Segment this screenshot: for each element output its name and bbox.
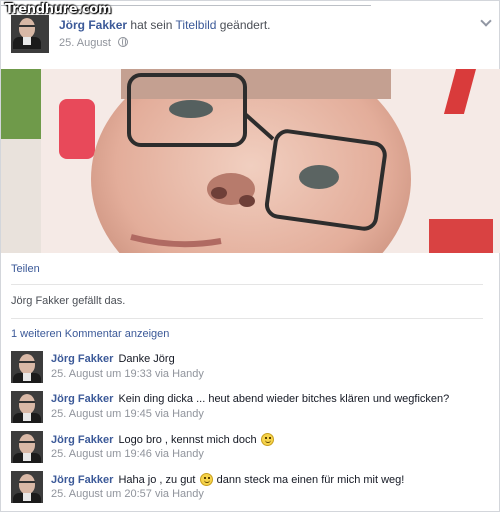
cover-photo-link[interactable]: Titelbild [176, 18, 217, 32]
share-link[interactable]: Teilen [11, 263, 40, 275]
globe-icon[interactable] [118, 37, 129, 47]
divider [11, 284, 483, 285]
comment-item: Jörg Fakker Kein ding dicka ... heut abe… [11, 391, 491, 427]
comment-text: Kein ding dicka ... heut abend wieder bi… [118, 393, 450, 405]
commenter-avatar[interactable] [11, 391, 43, 423]
commenter-name[interactable]: Jörg Fakker [51, 393, 113, 405]
comment-meta[interactable]: 25. August um 19:45 via Handy [51, 408, 204, 420]
smiley-icon [260, 433, 274, 446]
post-header: Jörg Fakker hat sein Titelbild geändert.… [11, 15, 481, 57]
comment-item: Jörg Fakker Haha jo , zu gut dann steck … [11, 471, 491, 507]
comment-item: Jörg Fakker Logo bro , kennst mich doch … [11, 431, 491, 467]
liker-name[interactable]: Jörg Fakker [11, 295, 69, 307]
comment-text-part-1: Haha jo , zu gut [118, 474, 196, 486]
watermark: Trendhure.com [5, 2, 112, 17]
commenter-name[interactable]: Jörg Fakker [51, 474, 113, 486]
comment-item: Jörg Fakker Danke Jörg 25. August um 19:… [11, 351, 491, 387]
likes-text: gefällt das. [72, 295, 126, 307]
action-suffix: geändert. [219, 18, 271, 32]
author-name-link[interactable]: Jörg Fakker [59, 18, 127, 32]
post-title: Jörg Fakker hat sein Titelbild geändert. [59, 18, 271, 32]
commenter-name[interactable]: Jörg Fakker [51, 434, 113, 446]
cover-photo[interactable] [1, 69, 500, 253]
commenter-avatar[interactable] [11, 431, 43, 463]
show-more-comments-link[interactable]: 1 weiteren Kommentar anzeigen [11, 328, 169, 340]
author-avatar[interactable] [11, 15, 49, 53]
post-card: Trendhure.com Jörg Fakker hat sein Titel… [0, 0, 500, 512]
commenter-name[interactable]: Jörg Fakker [51, 353, 113, 365]
post-date[interactable]: 25. August [59, 37, 111, 49]
commenter-avatar[interactable] [11, 471, 43, 503]
smiley-icon [199, 473, 213, 486]
post-meta: 25. August [59, 37, 129, 49]
comment-meta[interactable]: 25. August um 20:57 via Handy [51, 488, 204, 500]
comment-text-part-2: dann steck ma einen für mich mit weg! [216, 474, 405, 486]
chevron-down-icon[interactable] [481, 17, 491, 27]
comment-text: Danke Jörg [118, 353, 175, 365]
likes-line: Jörg Fakker gefällt das. [11, 295, 125, 307]
divider [11, 318, 483, 319]
comment-text: Logo bro , kennst mich doch [118, 434, 257, 446]
commenter-avatar[interactable] [11, 351, 43, 383]
comment-meta[interactable]: 25. August um 19:33 via Handy [51, 368, 204, 380]
action-prefix: hat sein [130, 18, 173, 32]
comment-meta[interactable]: 25. August um 19:46 via Handy [51, 448, 204, 460]
